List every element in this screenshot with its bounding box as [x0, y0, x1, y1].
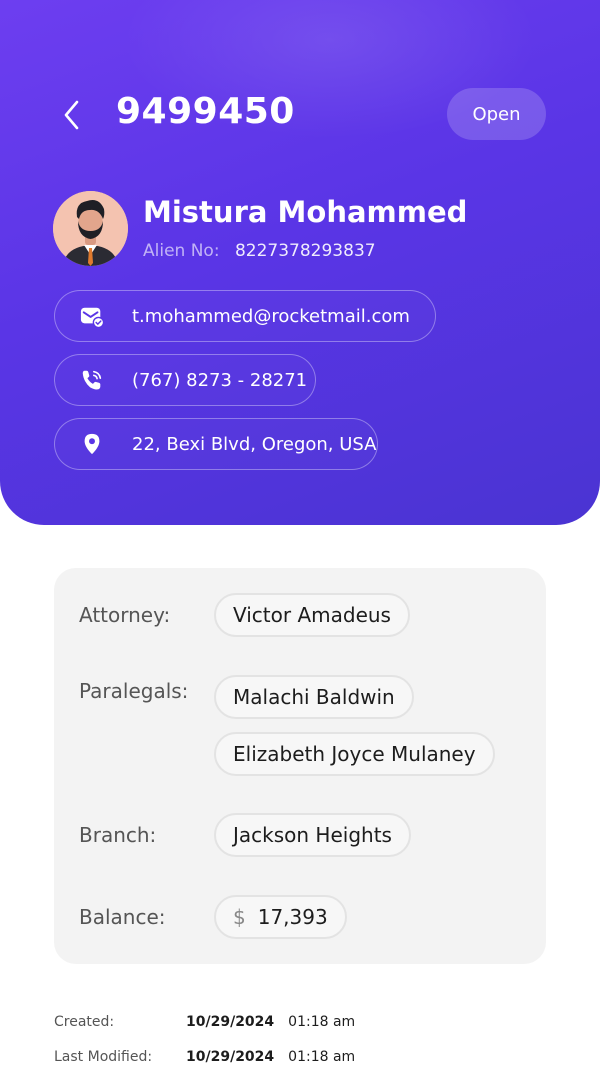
attorney-chip[interactable]: Victor Amadeus: [214, 593, 410, 637]
alien-number-row: Alien No: 8227378293837: [143, 241, 376, 261]
email-text: t.mohammed@rocketmail.com: [132, 305, 410, 327]
alien-number-label: Alien No:: [143, 241, 220, 261]
attorney-label: Attorney:: [79, 603, 171, 627]
paralegal-chip[interactable]: Malachi Baldwin: [214, 675, 414, 719]
balance-chip[interactable]: $ 17,393: [214, 895, 347, 939]
created-label: Created:: [54, 1014, 115, 1030]
case-details-card: Attorney: Victor Amadeus Paralegals: Mal…: [54, 568, 546, 964]
client-name: Mistura Mohammed: [143, 195, 468, 229]
paralegals-label: Paralegals:: [79, 679, 189, 703]
modified-label: Last Modified:: [54, 1049, 153, 1065]
location-pin-icon: [79, 431, 105, 457]
mail-icon: [79, 303, 105, 329]
phone-icon: [79, 367, 105, 393]
branch-chip[interactable]: Jackson Heights: [214, 813, 411, 857]
chevron-left-icon: [58, 100, 86, 136]
balance-label: Balance:: [79, 905, 166, 929]
status-badge[interactable]: Open: [447, 88, 546, 140]
avatar: [53, 191, 128, 266]
branch-label: Branch:: [79, 823, 157, 847]
address-pill[interactable]: 22, Bexi Blvd, Oregon, USA: [54, 418, 378, 470]
created-date: 10/29/2024: [186, 1014, 275, 1030]
paralegal-chip[interactable]: Elizabeth Joyce Mulaney: [214, 732, 495, 776]
balance-value: 17,393: [257, 905, 328, 929]
alien-number-value: 8227378293837: [234, 241, 376, 261]
modified-date: 10/29/2024: [186, 1049, 275, 1065]
phone-pill[interactable]: (767) 8273 - 28271: [54, 354, 316, 406]
email-pill[interactable]: t.mohammed@rocketmail.com: [54, 290, 436, 342]
created-time: 01:18 am: [288, 1014, 356, 1030]
modified-row: Last Modified: 10/29/2024 01:18 am: [54, 1049, 355, 1065]
phone-text: (767) 8273 - 28271: [132, 369, 308, 391]
case-number: 9499450: [116, 91, 295, 132]
created-row: Created: 10/29/2024 01:18 am: [54, 1014, 355, 1030]
currency-symbol: $: [233, 905, 246, 929]
address-text: 22, Bexi Blvd, Oregon, USA: [132, 433, 377, 455]
back-button[interactable]: [58, 98, 86, 132]
case-header: 9499450 Open Mistura Mohammed Alien No: …: [0, 0, 600, 525]
modified-time: 01:18 am: [288, 1049, 356, 1065]
